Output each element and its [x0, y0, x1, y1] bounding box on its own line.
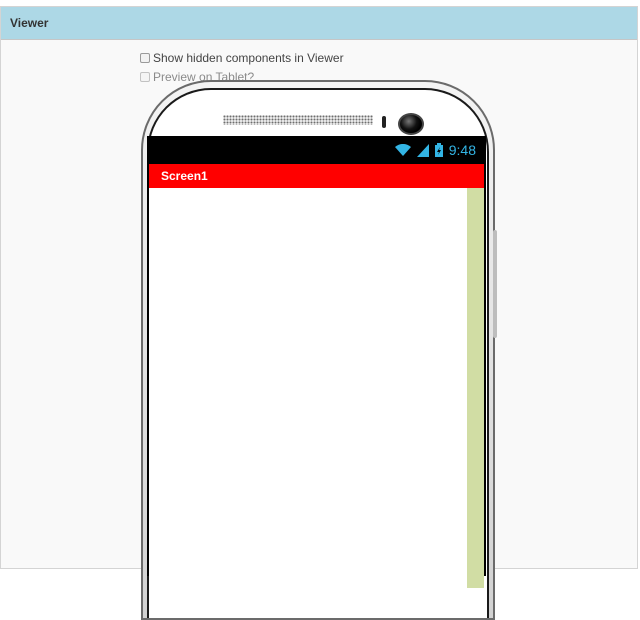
signal-icon: [416, 143, 429, 157]
phone-side-button: [493, 230, 497, 338]
viewer-header: Viewer: [1, 7, 637, 40]
battery-icon: [434, 143, 443, 157]
wifi-icon: [394, 143, 411, 157]
front-camera-icon: [398, 113, 424, 135]
screen-canvas[interactable]: [149, 188, 484, 588]
preview-tablet-checkbox[interactable]: [140, 72, 150, 82]
screen-title: Screen1: [161, 169, 208, 183]
status-bar: 9:48: [149, 136, 484, 164]
speaker-grille-icon: [223, 115, 373, 125]
show-hidden-checkbox[interactable]: [140, 53, 150, 63]
vertical-scroll-strip[interactable]: [467, 188, 484, 588]
proximity-sensor-icon: [382, 116, 386, 128]
screen-title-bar: Screen1: [149, 164, 484, 188]
show-hidden-components-option[interactable]: Show hidden components in Viewer: [140, 51, 344, 65]
phone-screen[interactable]: 9:48 Screen1: [147, 136, 486, 588]
show-hidden-label: Show hidden components in Viewer: [153, 51, 344, 65]
status-time: 9:48: [448, 142, 476, 158]
